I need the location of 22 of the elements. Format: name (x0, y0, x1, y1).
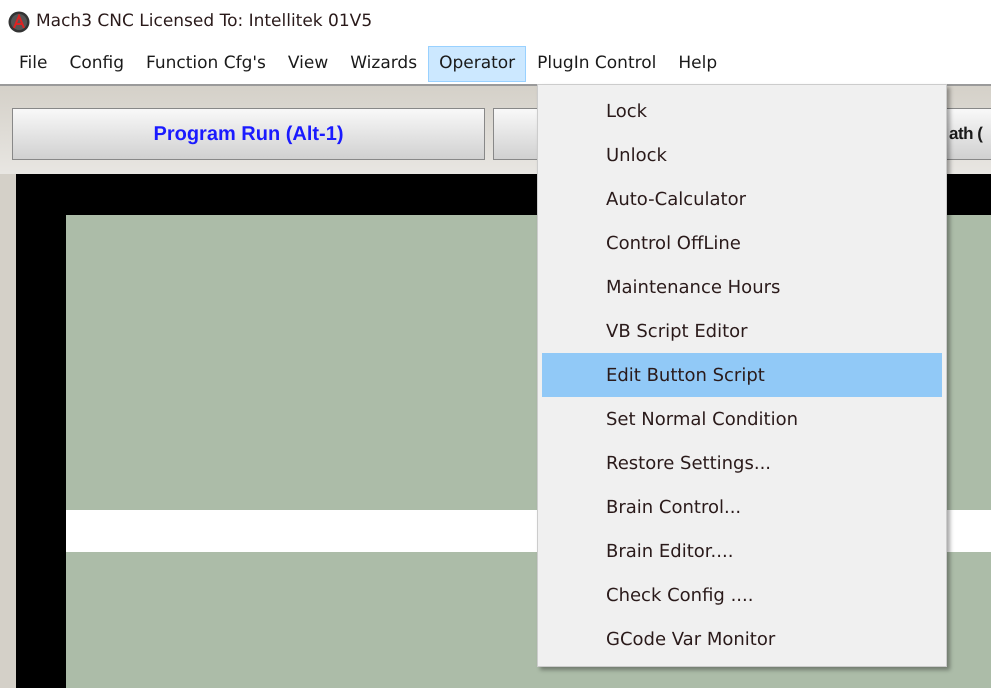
menu-item[interactable]: File (8, 46, 58, 82)
dropdown-item[interactable]: Check Config .... (542, 573, 942, 617)
menu-item[interactable]: Config (58, 46, 135, 82)
menu-item[interactable]: Function Cfg's (135, 46, 277, 82)
menu-item[interactable]: Wizards (339, 46, 428, 82)
dropdown-item[interactable]: Auto-Calculator (542, 177, 942, 221)
dropdown-item[interactable]: Brain Control... (542, 485, 942, 529)
dropdown-item[interactable]: Restore Settings... (542, 441, 942, 485)
dropdown-item[interactable]: Edit Button Script (542, 353, 942, 397)
app-logo-icon (8, 11, 30, 33)
menu-item[interactable]: View (276, 46, 340, 82)
menu-item[interactable]: Help (667, 46, 728, 82)
window-title: Mach3 CNC Licensed To: Intellitek 01V5 (36, 10, 372, 34)
dropdown-item[interactable]: Control OffLine (542, 221, 942, 265)
dropdown-item[interactable]: Brain Editor.... (542, 529, 942, 573)
program-run-tab[interactable]: Program Run (Alt-1) (12, 108, 485, 160)
menu-item[interactable]: Operator (428, 46, 526, 82)
dropdown-item[interactable]: GCode Var Monitor (542, 617, 942, 661)
dropdown-item[interactable]: VB Script Editor (542, 309, 942, 353)
dropdown-item[interactable]: Set Normal Condition (542, 397, 942, 441)
menu-item[interactable]: PlugIn Control (526, 46, 668, 82)
dropdown-item[interactable]: Maintenance Hours (542, 265, 942, 309)
